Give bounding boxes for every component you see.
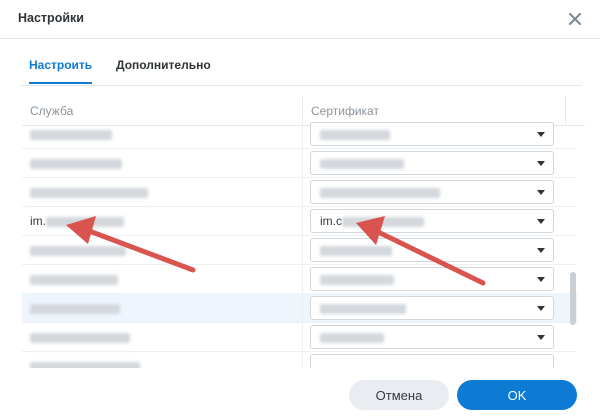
certificate-select[interactable] bbox=[310, 267, 554, 291]
service-name bbox=[30, 156, 122, 170]
service-name bbox=[30, 330, 130, 344]
chevron-down-icon bbox=[537, 190, 545, 195]
redacted-text bbox=[30, 245, 126, 256]
cell-divider bbox=[302, 119, 303, 148]
tab-advanced[interactable]: Дополнительно bbox=[116, 58, 211, 72]
chevron-down-icon bbox=[537, 306, 545, 311]
redacted-text bbox=[320, 245, 392, 256]
table-row[interactable]: im. im.c bbox=[22, 206, 577, 236]
redacted-text bbox=[320, 332, 384, 343]
table-row[interactable] bbox=[22, 264, 577, 294]
redacted-text bbox=[320, 303, 406, 314]
cell-divider bbox=[302, 177, 303, 206]
service-name bbox=[30, 243, 126, 257]
chevron-down-icon bbox=[537, 335, 545, 340]
close-icon[interactable] bbox=[564, 8, 586, 30]
column-header-service[interactable]: Служба bbox=[30, 104, 73, 118]
certificate-value: im.c bbox=[320, 214, 424, 228]
certificate-select[interactable] bbox=[310, 238, 554, 262]
redacted-text bbox=[46, 216, 124, 227]
cell-divider bbox=[302, 206, 303, 235]
service-name bbox=[30, 272, 118, 286]
cell-divider bbox=[302, 293, 303, 322]
service-name bbox=[30, 127, 112, 141]
table-row[interactable] bbox=[22, 235, 577, 265]
redacted-text bbox=[320, 158, 404, 169]
chevron-down-icon bbox=[537, 219, 545, 224]
dialog-footer: Отмена OK bbox=[0, 368, 600, 419]
redacted-text bbox=[30, 129, 112, 140]
redacted-text bbox=[320, 129, 390, 140]
chevron-down-icon bbox=[537, 277, 545, 282]
table-row[interactable] bbox=[22, 351, 577, 368]
table-row[interactable] bbox=[22, 119, 577, 149]
chevron-down-icon bbox=[537, 248, 545, 253]
redacted-text bbox=[30, 274, 118, 285]
certificate-select[interactable] bbox=[310, 180, 554, 204]
service-name bbox=[30, 185, 148, 199]
column-header-certificate[interactable]: Сертификат bbox=[311, 104, 379, 118]
certificate-select[interactable] bbox=[310, 151, 554, 175]
redacted-text bbox=[30, 332, 130, 343]
redacted-text bbox=[320, 187, 440, 198]
redacted-text bbox=[342, 216, 424, 227]
tab-bar: Настроить Дополнительно bbox=[20, 50, 582, 86]
cell-divider bbox=[302, 322, 303, 351]
cell-divider bbox=[302, 235, 303, 264]
certificate-value bbox=[320, 272, 394, 286]
vertical-scrollbar[interactable] bbox=[570, 126, 576, 368]
chevron-down-icon bbox=[537, 132, 545, 137]
dialog-titlebar: Настройки bbox=[0, 0, 600, 39]
scrollbar-thumb[interactable] bbox=[570, 272, 576, 325]
certificate-select[interactable] bbox=[310, 296, 554, 320]
certificate-select[interactable]: im.c bbox=[310, 209, 554, 233]
table-row[interactable] bbox=[22, 322, 577, 352]
certificate-value bbox=[320, 127, 390, 141]
redacted-text bbox=[30, 303, 120, 314]
certificate-value bbox=[320, 330, 384, 344]
service-certificate-grid: Служба Сертификат im. im.c bbox=[22, 96, 585, 369]
table-row[interactable] bbox=[22, 293, 577, 323]
chevron-down-icon bbox=[537, 161, 545, 166]
cell-divider bbox=[302, 148, 303, 177]
certificate-value bbox=[320, 185, 440, 199]
certificate-select[interactable] bbox=[310, 354, 554, 368]
cancel-button[interactable]: Отмена bbox=[349, 380, 449, 410]
tab-configure[interactable]: Настроить bbox=[29, 58, 93, 84]
dialog-title: Настройки bbox=[18, 11, 84, 25]
certificate-value bbox=[320, 301, 406, 315]
service-name: im. bbox=[30, 214, 124, 228]
ok-button[interactable]: OK bbox=[457, 380, 577, 410]
certificate-value bbox=[320, 156, 404, 170]
table-row[interactable] bbox=[22, 177, 577, 207]
service-name bbox=[30, 301, 120, 315]
table-row[interactable] bbox=[22, 148, 577, 178]
cell-divider bbox=[302, 264, 303, 293]
certificate-select[interactable] bbox=[310, 325, 554, 349]
certificate-value bbox=[320, 243, 392, 257]
certificate-select[interactable] bbox=[310, 122, 554, 146]
redacted-text bbox=[320, 274, 394, 285]
redacted-text bbox=[30, 187, 148, 198]
redacted-text bbox=[30, 158, 122, 169]
cell-divider bbox=[302, 351, 303, 368]
